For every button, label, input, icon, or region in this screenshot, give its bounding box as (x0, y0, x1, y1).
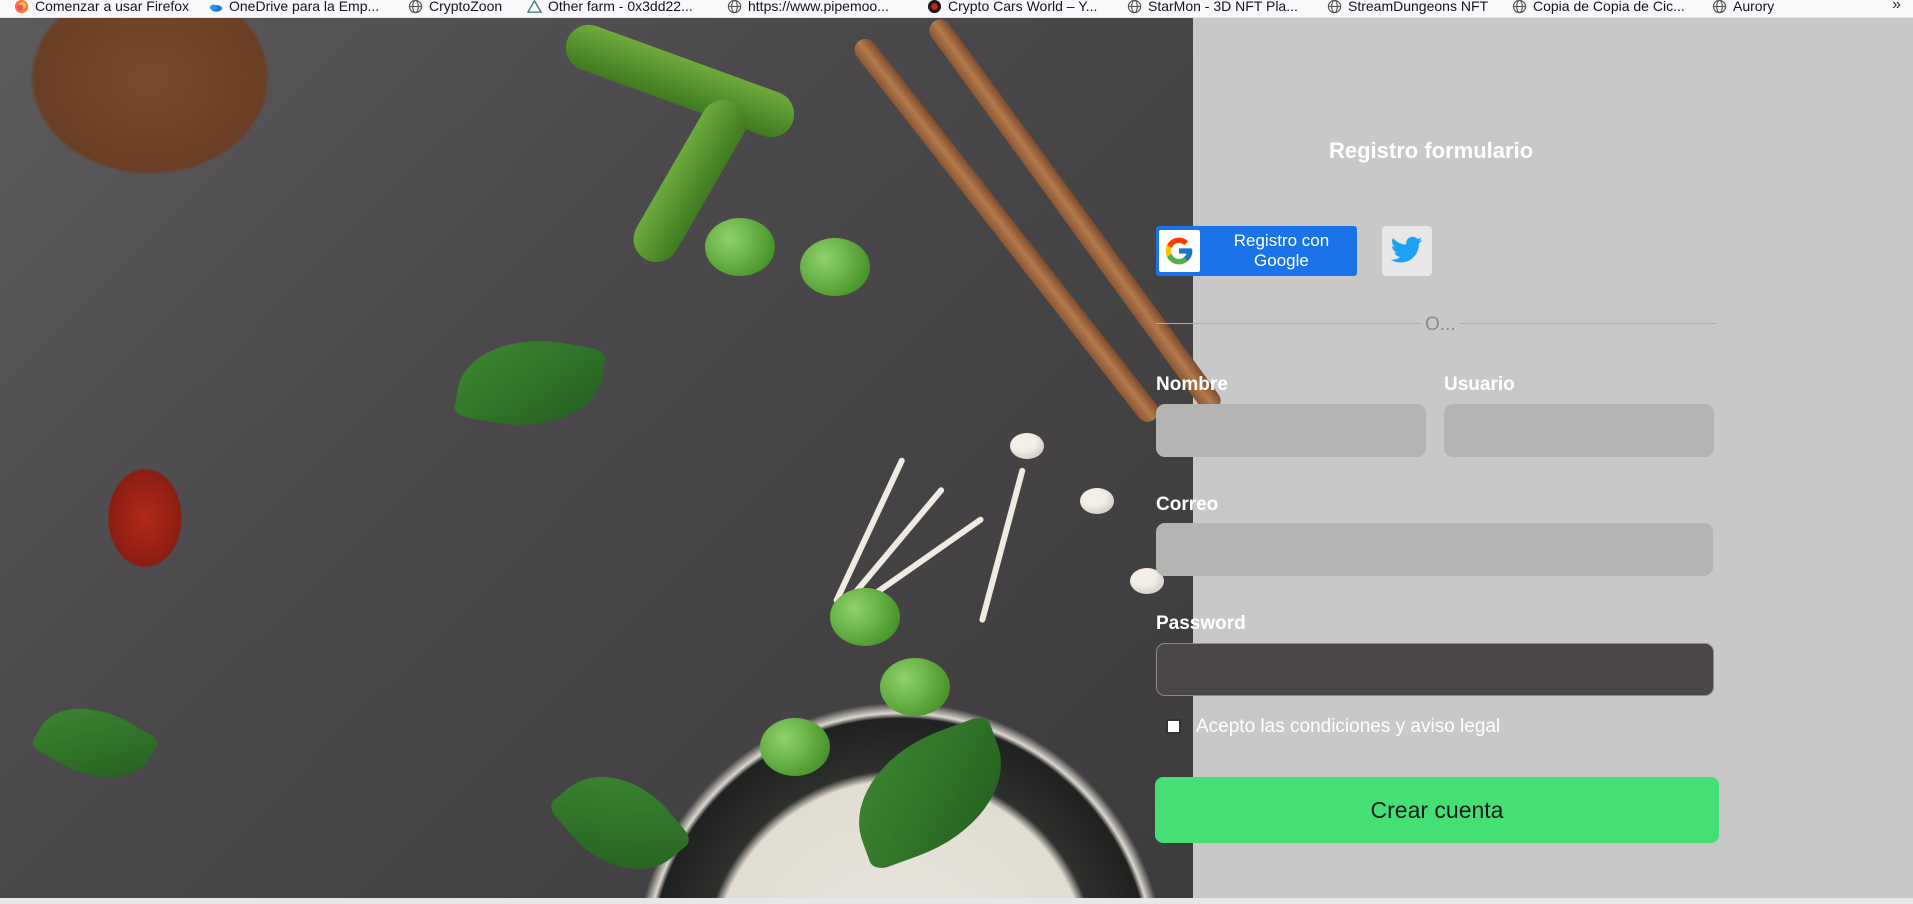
triangle-icon (527, 0, 542, 14)
registration-page: Registro formulario Registro con Google … (0, 18, 1913, 898)
globe-icon (1127, 0, 1142, 14)
bookmark-item[interactable]: Comenzar a usar Firefox (14, 0, 189, 15)
herb-leaf (836, 713, 1024, 873)
bean (705, 218, 775, 276)
cryptocars-icon (927, 0, 942, 14)
bookmark-label: CryptoZoon (429, 0, 503, 14)
google-signup-button[interactable]: Registro con Google (1156, 226, 1357, 276)
bookmark-label: Copia de Copia de Cic... (1533, 0, 1685, 14)
chopstick (925, 18, 1225, 417)
password-input[interactable] (1156, 643, 1714, 696)
chopstick (850, 34, 1163, 427)
page-title: Registro formulario (1329, 138, 1534, 163)
bookmark-item[interactable]: CryptoZoon (408, 0, 502, 15)
bookmark-item[interactable]: Aurory (1712, 0, 1774, 15)
correo-label: Correo (1156, 494, 1219, 515)
correo-input[interactable] (1156, 523, 1713, 576)
firefox-icon (14, 0, 29, 14)
bean (800, 238, 870, 296)
terms-label[interactable]: Acepto las condiciones y aviso legal (1196, 716, 1500, 738)
usuario-input[interactable] (1444, 404, 1714, 457)
bookmark-label: https://www.pipemoo... (748, 0, 889, 14)
bookmark-item[interactable]: Crypto Cars World – Y... (927, 0, 1097, 15)
bookmark-label: Other farm - 0x3dd22... (548, 0, 693, 14)
bookmark-label: Crypto Cars World – Y... (948, 0, 1098, 14)
bean (830, 588, 900, 646)
bookmark-label: StreamDungeons NFT (1348, 0, 1489, 14)
twitter-signup-button[interactable] (1382, 226, 1432, 276)
mushroom (1010, 433, 1044, 459)
google-icon (1159, 230, 1200, 272)
bookmark-item[interactable]: OneDrive para la Emp... (208, 0, 379, 15)
bookmark-label: StarMon - 3D NFT Pla... (1148, 0, 1298, 14)
herb-leaf (453, 326, 607, 440)
bookmarks-overflow-icon[interactable]: » (1892, 0, 1901, 14)
divider-text: O... (1421, 314, 1460, 336)
herb-leaf (546, 748, 694, 898)
create-account-button[interactable]: Crear cuenta (1155, 777, 1719, 843)
bookmark-label: OneDrive para la Emp... (229, 0, 380, 14)
globe-icon (727, 0, 742, 14)
usuario-label: Usuario (1444, 374, 1515, 395)
bookmark-label: Aurory (1733, 0, 1775, 14)
nombre-label: Nombre (1156, 374, 1228, 395)
bookmark-item[interactable]: Other farm - 0x3dd22... (527, 0, 693, 15)
globe-icon (408, 0, 423, 14)
bookmark-label: Comenzar a usar Firefox (35, 0, 190, 14)
bookmarks-toolbar: Comenzar a usar Firefox OneDrive para la… (0, 0, 1913, 18)
globe-icon (1327, 0, 1342, 14)
bookmark-item[interactable]: Copia de Copia de Cic... (1512, 0, 1685, 15)
bookmark-item[interactable]: StreamDungeons NFT (1327, 0, 1488, 15)
noodle (978, 467, 1026, 624)
globe-icon (1712, 0, 1727, 14)
globe-icon (1512, 0, 1527, 14)
food-photo (0, 18, 1225, 898)
nombre-input[interactable] (1156, 404, 1426, 457)
mushroom (1080, 488, 1114, 514)
herb-leaf (29, 685, 161, 801)
onedrive-icon (208, 0, 223, 14)
bookmark-item[interactable]: StarMon - 3D NFT Pla... (1127, 0, 1298, 15)
password-label: Password (1156, 613, 1246, 634)
google-signup-label: Registro con Google (1233, 231, 1330, 270)
bean (880, 658, 950, 716)
terms-checkbox[interactable] (1166, 719, 1181, 734)
bookmark-item[interactable]: https://www.pipemoo... (727, 0, 889, 15)
edamame-pod (559, 18, 801, 144)
twitter-icon (1390, 236, 1423, 267)
bean (760, 718, 830, 776)
bottom-bar (0, 898, 1913, 904)
